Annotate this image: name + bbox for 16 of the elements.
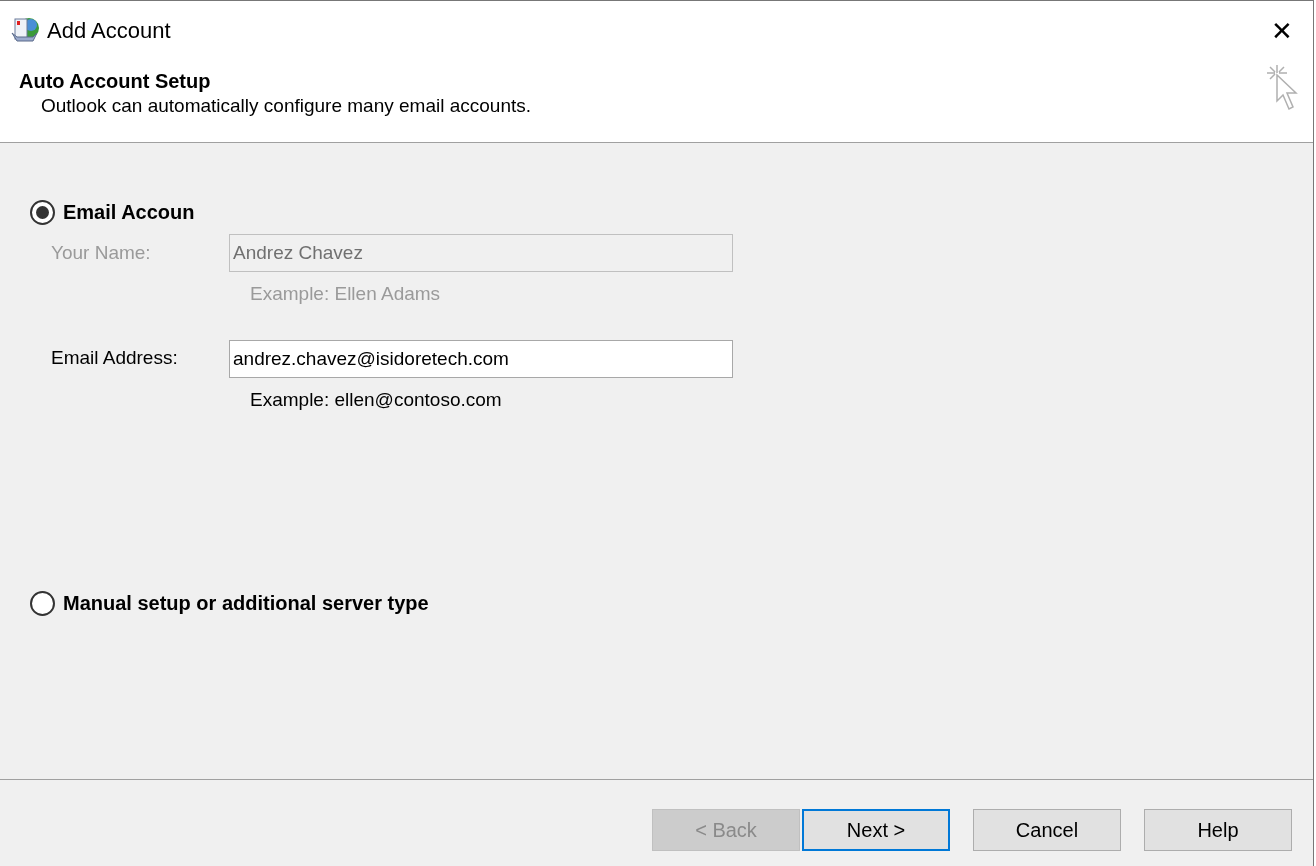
text-field[interactable]: andrez.chavez@isidoretech.com [229,339,733,378]
dialog-button[interactable]: Cancel [973,809,1121,851]
header-subtitle: Outlook can automatically configure many email accounts. [40,94,532,118]
radio-button[interactable] [30,590,55,616]
radio-button[interactable] [30,199,55,225]
radio-label[interactable]: Manual setup or additional server type [63,588,429,618]
example-hint: Example: Ellen Adams [250,282,441,306]
radio-label[interactable]: Email Accoun [63,197,195,227]
dialog-button[interactable]: Next > [802,809,950,851]
field-label: Your Name: [51,240,152,265]
close-button[interactable]: ✕ [1271,17,1293,44]
dialog-button[interactable]: Help [1144,809,1292,851]
example-hint: Example: ellen@contoso.com [250,387,502,412]
window-title: Add Account [47,17,171,45]
field-label: Email Address: [51,346,179,371]
header-title: Auto Account Setup [19,69,212,93]
